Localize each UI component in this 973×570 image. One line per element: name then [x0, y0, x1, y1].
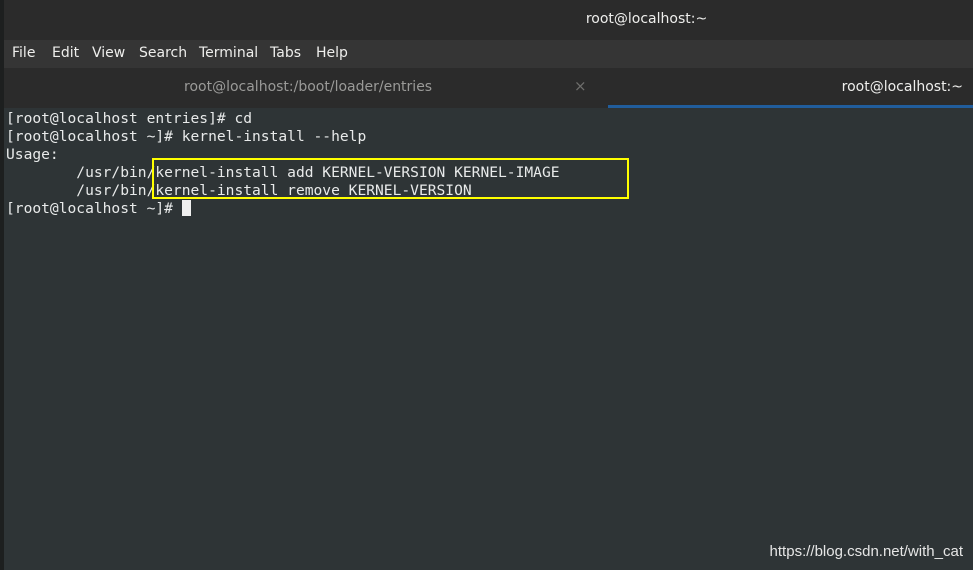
terminal-line: [root@localhost ~]# kernel-install --hel… — [6, 128, 367, 145]
prompt-text: [root@localhost ~]# — [6, 200, 182, 217]
close-icon[interactable]: × — [574, 77, 587, 95]
tab-home[interactable]: root@localhost:~ — [608, 68, 973, 108]
watermark: https://blog.csdn.net/with_cat — [769, 543, 963, 560]
text-cursor — [181, 200, 191, 216]
menu-terminal[interactable]: Terminal — [199, 45, 258, 61]
menu-bar: File Edit View Search Terminal Tabs Help — [4, 40, 973, 68]
menu-view[interactable]: View — [92, 45, 125, 61]
highlight-annotation-box — [152, 158, 629, 199]
tab-label: root@localhost:/boot/loader/entries — [184, 79, 433, 95]
terminal-output[interactable]: [root@localhost entries]# cd [root@local… — [4, 108, 973, 570]
menu-edit[interactable]: Edit — [52, 45, 79, 61]
window-title: root@localhost:~ — [585, 11, 708, 27]
tab-bar: root@localhost:/boot/loader/entries × ro… — [4, 68, 973, 108]
tab-label: root@localhost:~ — [841, 79, 963, 95]
menu-search[interactable]: Search — [139, 45, 187, 61]
menu-tabs[interactable]: Tabs — [270, 45, 301, 61]
tab-boot-loader-entries[interactable]: root@localhost:/boot/loader/entries × — [4, 68, 608, 108]
terminal-prompt-line: [root@localhost ~]# — [6, 200, 191, 218]
terminal-window: root@localhost:~ File Edit View Search T… — [0, 0, 973, 570]
terminal-line: [root@localhost entries]# cd — [6, 110, 253, 127]
title-bar[interactable]: root@localhost:~ — [4, 0, 973, 41]
menu-file[interactable]: File — [12, 45, 35, 61]
terminal-line: Usage: — [6, 146, 59, 163]
menu-help[interactable]: Help — [316, 45, 348, 61]
